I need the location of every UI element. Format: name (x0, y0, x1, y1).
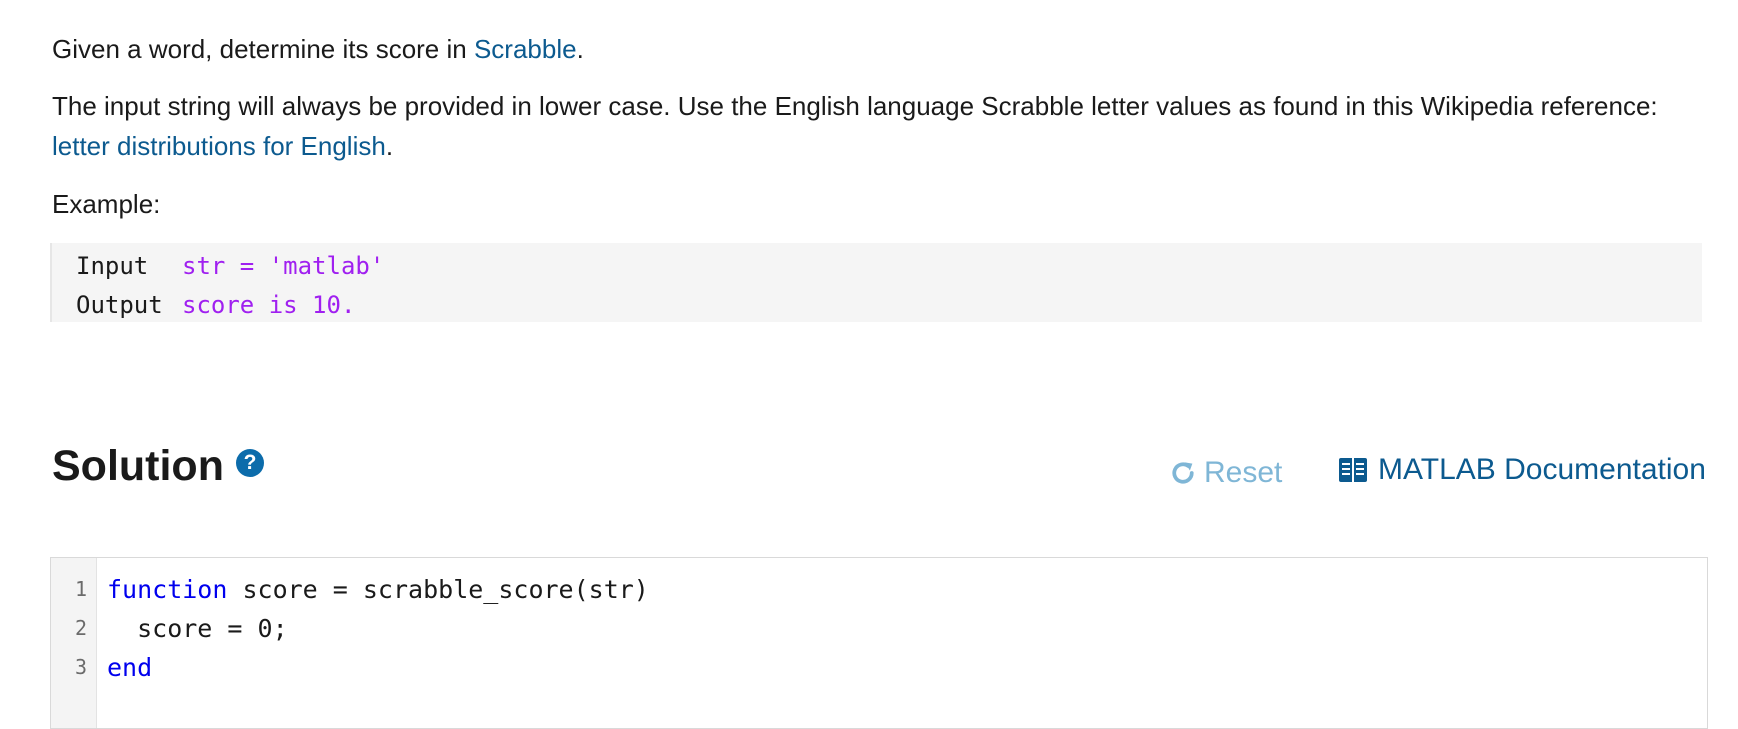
line-number: 3 (74, 655, 87, 679)
book-icon (1339, 458, 1367, 482)
code-text: score = 0; (107, 614, 288, 643)
description-punctuation: . (385, 131, 394, 161)
example-output-label: Output (76, 291, 163, 319)
example-heading: Example: (52, 189, 161, 219)
help-icon[interactable]: ? (236, 449, 264, 477)
description-punctuation: . (576, 34, 584, 64)
description-line-1: Given a word, determine its score in Scr… (52, 29, 584, 69)
example-input-row: Input str = 'matlab' (76, 247, 384, 285)
example-output-row: Output score is 10. (76, 286, 355, 324)
example-output-value: score is 10. (182, 291, 356, 319)
reset-label: Reset (1204, 456, 1283, 489)
letter-distributions-link[interactable]: letter distributions for English (52, 131, 386, 161)
line-number: 1 (74, 577, 87, 601)
scrabble-link[interactable]: Scrabble (474, 34, 577, 64)
doc-label: MATLAB Documentation (1378, 453, 1706, 486)
description-text: The input string will always be provided… (52, 91, 1658, 121)
code-line[interactable]: score = 0; (107, 609, 288, 648)
code-keyword: end (107, 653, 153, 682)
description-line-2: The input string will always be provided… (52, 86, 1672, 166)
reset-button[interactable]: Reset (1168, 453, 1282, 493)
code-editor[interactable]: 1 2 3 function score = scrabble_score(st… (50, 557, 1708, 729)
line-number: 2 (74, 616, 87, 640)
example-input-label: Input (76, 252, 149, 280)
solution-heading: Solution (52, 442, 224, 490)
refresh-icon (1172, 462, 1194, 484)
example-input-value: str = 'matlab' (182, 252, 385, 280)
code-text: score = scrabble_score(str) (227, 575, 649, 604)
code-line[interactable]: function score = scrabble_score(str) (107, 570, 649, 609)
example-code-block: Input str = 'matlab' Output score is 10. (50, 243, 1702, 322)
code-keyword: function (107, 575, 228, 604)
line-number-gutter: 1 2 3 (51, 558, 97, 728)
description-text: Given a word, determine its score in (52, 34, 474, 64)
code-line[interactable]: end (107, 648, 152, 687)
matlab-documentation-link[interactable]: MATLAB Documentation (1338, 450, 1706, 490)
